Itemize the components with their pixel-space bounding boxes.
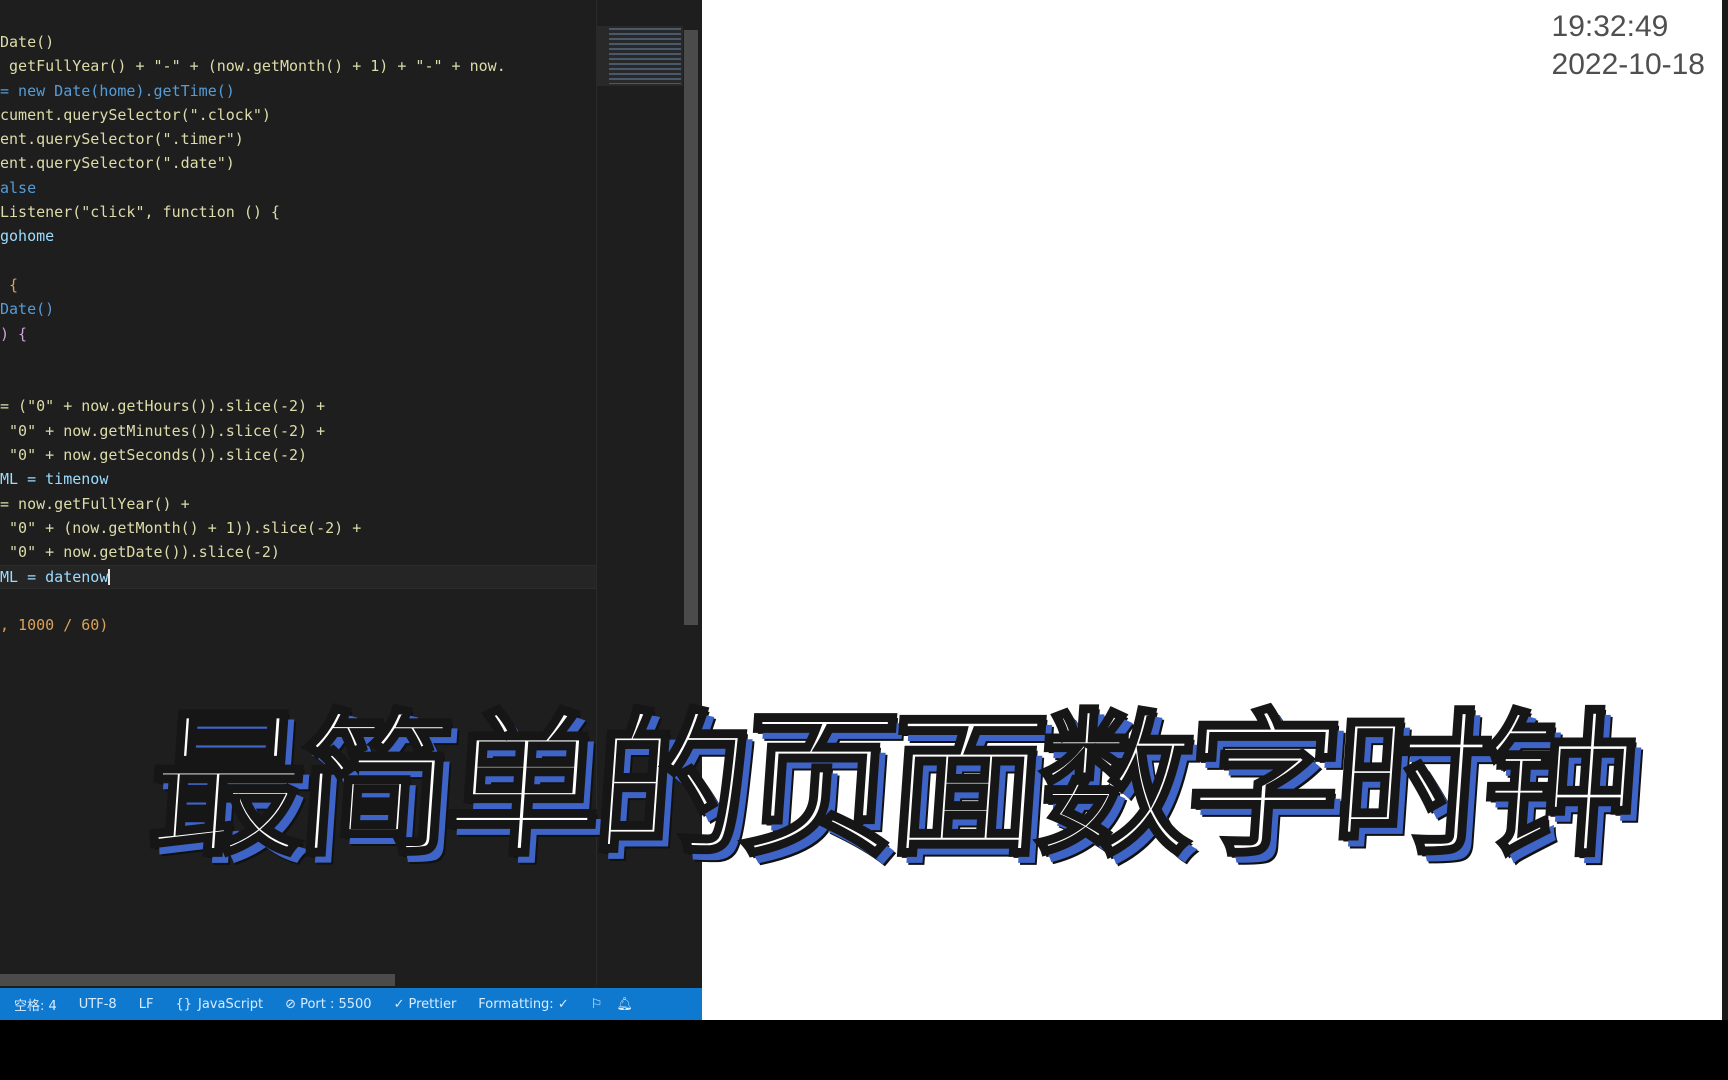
code-line-17: "0" + now.getMinutes()).slice(-2) +: [0, 421, 326, 440]
clock-time: 19:32:49: [1551, 10, 1669, 43]
code-line-12: Date(): [0, 300, 55, 319]
horizontal-scrollbar[interactable]: [0, 974, 395, 986]
status-prettier[interactable]: Prettier: [408, 997, 456, 1012]
code-line-2: getFullYear() + "-" + (now.getMonth() + …: [0, 57, 506, 76]
code-line-23-current: ML = datenow: [0, 564, 596, 589]
minimap-code-preview: [609, 28, 681, 84]
code-line-4: cument.querySelector(".clock"): [0, 105, 271, 124]
code-line-3: = new Date(home).getTime(): [0, 81, 235, 100]
code-line-13: ) {: [0, 324, 28, 343]
code-line-1: Date(): [0, 33, 55, 51]
code-line-16: = ("0" + now.getHours()).slice(-2) +: [0, 397, 326, 416]
code-line-22: "0" + now.getDate()).slice(-2): [0, 543, 280, 562]
window-edge: [1722, 0, 1728, 1020]
status-encoding[interactable]: UTF-8: [79, 997, 117, 1012]
status-formatting[interactable]: Formatting: ✓: [478, 997, 568, 1012]
status-indentation[interactable]: 空格: 4: [14, 995, 57, 1014]
status-eol[interactable]: LF: [139, 997, 154, 1012]
code-line-9: gohome: [0, 227, 55, 246]
braces-icon: {}: [175, 996, 192, 1012]
code-line-25: , 1000 / 60): [0, 616, 109, 635]
code-line-20: = now.getFullYear() +: [0, 494, 190, 513]
code-line-11: {: [0, 275, 19, 294]
broadcast-icon: ⊘: [285, 996, 297, 1012]
code-line-7: alse: [0, 178, 37, 197]
text-cursor: [108, 569, 111, 586]
code-line-18: "0" + now.getSeconds()).slice(-2): [0, 446, 308, 465]
clock-date: 2022-10-18: [1551, 48, 1705, 81]
status-live-server-port[interactable]: Port : 5500: [300, 997, 372, 1012]
status-bar: 空格: 4 UTF-8 LF {} JavaScript ⊘ Port : 55…: [0, 988, 702, 1020]
status-language[interactable]: JavaScript: [198, 997, 263, 1012]
check-icon: ✓: [393, 996, 405, 1012]
vertical-scrollbar[interactable]: [684, 30, 698, 625]
notification-bell-icon[interactable]: 🔔︎: [616, 997, 633, 1012]
video-caption: 最简单的页面数字时钟: [142, 693, 1639, 879]
feedback-icon[interactable]: ⚐: [591, 997, 603, 1012]
digital-clock: 19:32:49 2022-10-18: [1552, 8, 1705, 84]
code-line-6: ent.querySelector(".date"): [0, 154, 235, 173]
code-line-21: "0" + (now.getMonth() + 1)).slice(-2) +: [0, 518, 362, 537]
video-frame: Date() getFullYear() + "-" + (now.getMon…: [0, 0, 1728, 1080]
code-line-5: ent.querySelector(".timer"): [0, 130, 244, 149]
code-line-8: Listener("click", function () {: [0, 203, 280, 222]
letterbox-bar: [0, 1020, 1728, 1080]
code-line-19: ML = timenow: [0, 470, 109, 489]
